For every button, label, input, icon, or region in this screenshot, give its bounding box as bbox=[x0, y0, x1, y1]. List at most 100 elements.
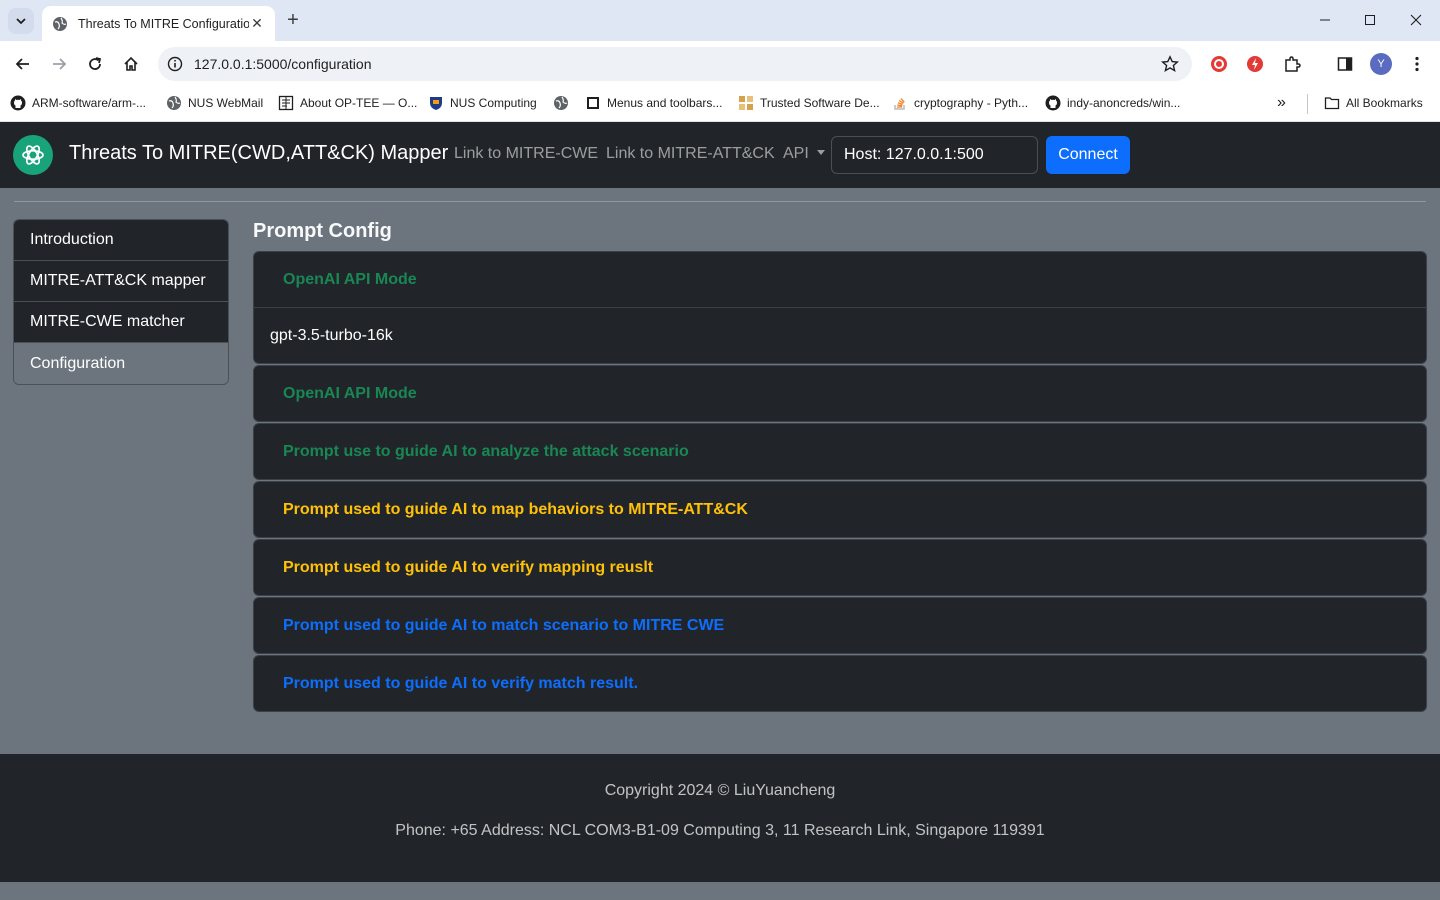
api-dropdown-label: API bbox=[783, 145, 809, 162]
bookmark-item[interactable] bbox=[553, 93, 575, 113]
profile-avatar[interactable]: Y bbox=[1370, 53, 1392, 75]
extension-bolt-icon bbox=[1247, 56, 1263, 72]
puzzle-icon bbox=[1285, 56, 1301, 72]
accordion-item: Prompt use to guide AI to analyze the at… bbox=[253, 423, 1427, 480]
address-bar[interactable]: 127.0.0.1:5000/configuration bbox=[158, 47, 1192, 81]
arrow-left-icon bbox=[15, 58, 29, 70]
window-close-button[interactable] bbox=[1401, 8, 1431, 32]
accordion-header-verify-match-prompt[interactable]: Prompt used to guide AI to verify match … bbox=[254, 656, 1426, 711]
tab-close-icon[interactable]: ✕ bbox=[249, 15, 265, 32]
chevron-down-icon bbox=[16, 18, 26, 25]
sidebar-item-cwe-matcher[interactable]: MITRE-CWE matcher bbox=[14, 302, 228, 343]
tab-search-button[interactable] bbox=[8, 8, 34, 34]
bookmark-label: indy-anoncreds/win... bbox=[1067, 96, 1181, 110]
bookmark-item[interactable]: NUS WebMail bbox=[166, 93, 263, 113]
all-bookmarks-button[interactable]: All Bookmarks bbox=[1324, 93, 1423, 113]
side-panel-button[interactable] bbox=[1334, 53, 1356, 75]
bookmark-item[interactable]: Menus and toolbars... bbox=[585, 93, 722, 113]
bookmark-star-button[interactable] bbox=[1156, 50, 1184, 78]
bookmark-item[interactable]: indy-anoncreds/win... bbox=[1045, 93, 1180, 113]
site-info-button[interactable] bbox=[160, 49, 190, 79]
grid-icon bbox=[738, 95, 754, 111]
reload-button[interactable] bbox=[82, 51, 108, 77]
bookmark-label: ARM-software/arm-... bbox=[32, 96, 147, 110]
extensions-menu-button[interactable] bbox=[1281, 53, 1303, 75]
accordion-item: OpenAI API Mode gpt-3.5-turbo-16k bbox=[253, 251, 1427, 364]
nav-link-mitre-attck[interactable]: Link to MITRE-ATT&CK bbox=[606, 145, 775, 163]
back-button[interactable] bbox=[10, 51, 36, 77]
extension-button-2[interactable] bbox=[1244, 53, 1266, 75]
bookmarks-bar: ARM-software/arm-... NUS WebMail About O… bbox=[0, 86, 1440, 122]
bookmarks-overflow-button[interactable]: » bbox=[1277, 93, 1286, 113]
arrow-right-icon bbox=[53, 58, 67, 70]
github-icon bbox=[1045, 95, 1061, 111]
nav-api-dropdown[interactable]: API bbox=[783, 145, 825, 163]
accordion-header-api-mode[interactable]: OpenAI API Mode bbox=[254, 252, 1426, 307]
extension-red-icon bbox=[1211, 56, 1227, 72]
home-button[interactable] bbox=[118, 51, 144, 77]
footer-copyright: Copyright 2024 © LiuYuancheng bbox=[604, 782, 836, 799]
browser-tab-active[interactable]: Threats To MITRE Configuration ✕ bbox=[42, 6, 275, 41]
nav-link-mitre-cwe[interactable]: Link to MITRE-CWE bbox=[454, 145, 598, 163]
bookmark-label: cryptography - Pyth... bbox=[914, 96, 1029, 110]
connect-button[interactable]: Connect bbox=[1046, 136, 1130, 174]
prompt-config-accordion: OpenAI API Mode gpt-3.5-turbo-16k OpenAI… bbox=[253, 251, 1427, 713]
star-icon bbox=[1161, 55, 1179, 73]
accordion-header-analyze-prompt[interactable]: Prompt use to guide AI to analyze the at… bbox=[254, 424, 1426, 479]
bookmark-label: NUS WebMail bbox=[188, 96, 264, 110]
maximize-button[interactable] bbox=[1355, 8, 1385, 32]
stackoverflow-icon bbox=[892, 95, 908, 111]
new-tab-button[interactable]: + bbox=[283, 10, 303, 30]
bookmark-item[interactable]: ARM-software/arm-... bbox=[10, 93, 146, 113]
browser-tab-strip: Threats To MITRE Configuration ✕ + bbox=[0, 0, 1440, 41]
address-url[interactable]: 127.0.0.1:5000/configuration bbox=[194, 56, 1156, 72]
globe-icon bbox=[53, 16, 67, 31]
bottom-strip bbox=[0, 882, 1440, 900]
browser-toolbar: 127.0.0.1:5000/configuration Y bbox=[0, 41, 1440, 86]
folder-icon bbox=[1324, 95, 1340, 111]
minimize-icon bbox=[1320, 19, 1330, 21]
reload-icon bbox=[89, 57, 102, 70]
bookmark-item[interactable]: Trusted Software De... bbox=[738, 93, 880, 113]
github-icon bbox=[10, 95, 26, 111]
app-navbar: Threats To MITRE(CWD,ATT&CK) Mapper Link… bbox=[0, 122, 1440, 188]
host-input[interactable] bbox=[831, 136, 1038, 174]
side-panel-icon bbox=[1337, 57, 1353, 71]
forward-button[interactable] bbox=[46, 51, 72, 77]
bookmarks-divider bbox=[1307, 94, 1308, 114]
accordion-header-verify-mapping-prompt[interactable]: Prompt used to guide AI to verify mappin… bbox=[254, 540, 1426, 595]
sidebar-item-attck-mapper[interactable]: MITRE-ATT&CK mapper bbox=[14, 261, 228, 302]
accordion-header-match-cwe-prompt[interactable]: Prompt used to guide AI to match scenari… bbox=[254, 598, 1426, 653]
globe-icon bbox=[166, 95, 182, 111]
close-icon bbox=[1410, 14, 1422, 26]
accordion-header-api-mode-2[interactable]: OpenAI API Mode bbox=[254, 366, 1426, 421]
extension-button-1[interactable] bbox=[1208, 53, 1230, 75]
accordion-item: OpenAI API Mode bbox=[253, 365, 1427, 422]
sidebar-item-introduction[interactable]: Introduction bbox=[14, 220, 228, 261]
browser-menu-button[interactable] bbox=[1406, 53, 1428, 75]
home-icon bbox=[124, 56, 138, 71]
kebab-menu-icon bbox=[1415, 56, 1419, 72]
sidebar-nav: Introduction MITRE-ATT&CK mapper MITRE-C… bbox=[13, 219, 229, 385]
accordion-body-model: gpt-3.5-turbo-16k bbox=[254, 307, 1426, 363]
caret-down-icon bbox=[816, 150, 825, 155]
openai-logo-icon[interactable] bbox=[13, 135, 53, 175]
accordion-item: Prompt used to guide AI to verify mappin… bbox=[253, 539, 1427, 596]
knot-icon bbox=[22, 145, 44, 165]
bookmark-item[interactable]: NUS Computing bbox=[428, 93, 537, 113]
footer-contact: Phone: +65 Address: NCL COM3-B1-09 Compu… bbox=[395, 822, 1045, 839]
info-icon bbox=[167, 56, 183, 72]
bookmark-label: Trusted Software De... bbox=[760, 96, 880, 110]
minimize-button[interactable] bbox=[1310, 8, 1340, 32]
bookmark-label: Menus and toolbars... bbox=[607, 96, 723, 110]
page-footer: Copyright 2024 © LiuYuancheng Phone: +65… bbox=[0, 754, 1440, 882]
overflow-chevron-icon: » bbox=[1277, 94, 1286, 111]
sidebar-item-configuration[interactable]: Configuration bbox=[14, 343, 228, 384]
app-brand-title[interactable]: Threats To MITRE(CWD,ATT&CK) Mapper bbox=[69, 142, 448, 165]
bookmark-item[interactable]: About OP-TEE — O... bbox=[278, 93, 417, 113]
maximize-icon bbox=[1365, 15, 1375, 25]
accordion-item: Prompt used to guide AI to map behaviors… bbox=[253, 481, 1427, 538]
bookmark-item[interactable]: cryptography - Pyth... bbox=[892, 93, 1028, 113]
document-icon bbox=[278, 95, 294, 111]
accordion-header-map-prompt[interactable]: Prompt used to guide AI to map behaviors… bbox=[254, 482, 1426, 537]
